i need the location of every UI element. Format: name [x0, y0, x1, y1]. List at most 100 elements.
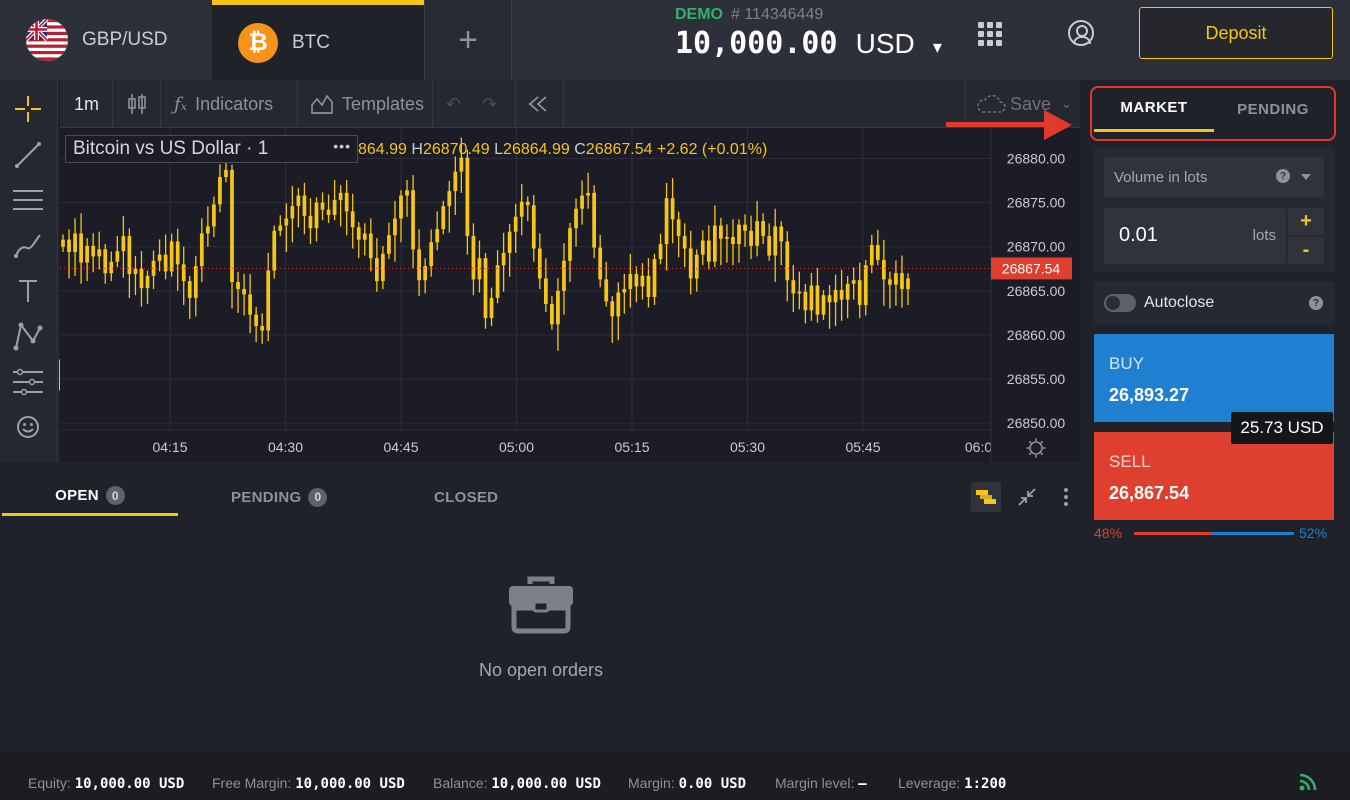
- candle-body: [453, 171, 458, 192]
- sell-price: 26,867.54: [1109, 483, 1190, 503]
- trend-line-icon[interactable]: [11, 140, 45, 170]
- candle-body: [791, 280, 796, 294]
- demo-label: DEMO: [675, 6, 723, 23]
- ohlc-open-value: 864.99: [358, 141, 407, 158]
- more-options-icon[interactable]: •••: [333, 138, 351, 154]
- free-margin-stat: Free Margin: 10,000.00 USD: [212, 775, 405, 792]
- ohlc-high-value: 26870.49: [422, 141, 490, 158]
- more-vertical-icon[interactable]: [1051, 482, 1081, 512]
- candle-body: [900, 273, 904, 290]
- emoji-icon[interactable]: [11, 412, 45, 442]
- candle-body: [574, 208, 578, 229]
- candle-body: [550, 304, 554, 325]
- candle-body: [888, 279, 892, 285]
- tab-btc[interactable]: ₿ BTC: [212, 0, 424, 80]
- sell-sentiment-pct: 48%: [1094, 525, 1123, 541]
- candle-body: [773, 226, 778, 256]
- autoclose-row: Autoclose ?: [1094, 282, 1334, 324]
- candle-body: [682, 236, 687, 249]
- y-tick-label: 26875.00: [1007, 195, 1066, 211]
- candle-body: [181, 264, 186, 282]
- candle-body: [586, 192, 590, 196]
- candle-body: [121, 236, 126, 252]
- rewind-icon[interactable]: [527, 80, 549, 128]
- candle-body: [725, 237, 729, 239]
- indicators-button[interactable]: ƒₓ Indicators: [174, 80, 273, 128]
- annotation-arrow-shaft: [946, 122, 1048, 127]
- symbol-legend[interactable]: Bitcoin vs US Dollar · 1 •••: [65, 135, 358, 163]
- candle-body: [338, 192, 343, 200]
- sell-button[interactable]: SELL 26,867.54: [1094, 432, 1334, 520]
- candlestick-chart[interactable]: 04:15 04:30 04:45 05:00 05:15 05:30 05:45 06:0 2…: [60, 128, 1080, 462]
- candle-body: [821, 295, 826, 315]
- tab-market[interactable]: MARKET: [1094, 86, 1214, 132]
- price-chart[interactable]: 04:15 04:30 04:45 05:00 05:15 05:30 05:45 06:0 2…: [60, 128, 1080, 462]
- candle-type-icon[interactable]: [126, 80, 148, 128]
- measure-icon[interactable]: [11, 367, 45, 397]
- candle-body: [441, 206, 446, 230]
- text-tool-icon[interactable]: [11, 276, 45, 306]
- candle-body: [863, 265, 868, 305]
- chevron-down-icon: ▾: [932, 37, 942, 57]
- buy-sentiment-pct: 52%: [1299, 525, 1328, 541]
- tab-gbpusd[interactable]: GBP/USD: [0, 0, 212, 80]
- candle-body: [568, 228, 572, 261]
- x-tick-label: 04:45: [383, 439, 418, 455]
- candle-body: [290, 206, 295, 219]
- candle-body: [320, 202, 325, 210]
- pattern-icon[interactable]: [11, 321, 45, 351]
- templates-button[interactable]: Templates: [310, 80, 424, 128]
- brush-icon[interactable]: [11, 230, 45, 260]
- cloud-icon: [977, 94, 1006, 113]
- tab-open-orders[interactable]: OPEN 0: [2, 478, 178, 516]
- candle-body: [139, 268, 144, 289]
- candle-body: [519, 201, 524, 217]
- volume-unit-select[interactable]: Volume in lots ?: [1104, 157, 1324, 197]
- help-icon[interactable]: ?: [1276, 169, 1290, 183]
- autoclose-toggle[interactable]: [1104, 294, 1136, 312]
- candle-body: [489, 297, 494, 319]
- volume-input[interactable]: 0.01 lots: [1104, 208, 1286, 264]
- candle-body: [314, 202, 319, 229]
- buy-price: 26,893.27: [1109, 385, 1190, 405]
- y-tick-label: 26880.00: [1007, 150, 1066, 166]
- candle-body: [145, 275, 150, 289]
- undo-icon[interactable]: ↶: [446, 80, 461, 128]
- balance-stat: Balance: 10,000.00 USD: [433, 775, 601, 792]
- candle-body: [803, 291, 808, 311]
- account-balance[interactable]: 10,000.00 USD ▾: [675, 26, 942, 61]
- candle-body: [779, 226, 784, 242]
- deposit-button[interactable]: Deposit: [1139, 7, 1333, 59]
- candle-body: [205, 226, 210, 234]
- volume-decrease-button[interactable]: -: [1288, 237, 1324, 264]
- leverage-stat: Leverage: 1:200: [898, 775, 1007, 792]
- drawing-toolbar: [0, 80, 58, 462]
- candle-body: [556, 290, 560, 325]
- candle-body: [845, 283, 850, 300]
- tab-pending-orders[interactable]: PENDING 0: [231, 478, 328, 516]
- balance-currency: USD: [855, 28, 915, 59]
- layout-toggle-icon[interactable]: [971, 482, 1001, 512]
- collapse-icon[interactable]: [1012, 482, 1042, 512]
- help-icon[interactable]: ?: [1309, 296, 1323, 310]
- candle-body: [97, 249, 102, 257]
- tab-open-label: OPEN: [55, 487, 99, 504]
- crosshair-icon[interactable]: [11, 94, 45, 124]
- user-profile-icon[interactable]: [1068, 20, 1094, 46]
- tab-pending-order[interactable]: PENDING: [1214, 86, 1332, 132]
- margin-level-stat: Margin level: –: [775, 775, 867, 792]
- balance-value: 10,000.00: [675, 26, 838, 61]
- timeframe-button[interactable]: 1m: [74, 80, 99, 128]
- tab-closed-orders[interactable]: CLOSED: [434, 478, 498, 516]
- horizontal-lines-icon[interactable]: [11, 185, 45, 215]
- candle-body: [495, 265, 500, 298]
- redo-icon[interactable]: ↷: [482, 80, 497, 128]
- candle-body: [103, 249, 108, 274]
- apps-grid-icon[interactable]: [978, 22, 1002, 46]
- candle-body: [743, 224, 747, 231]
- volume-increase-button[interactable]: +: [1288, 208, 1324, 235]
- candle-body: [169, 241, 174, 272]
- buy-button[interactable]: BUY 26,893.27: [1094, 334, 1334, 422]
- account-info[interactable]: DEMO # 114346449 10,000.00 USD ▾: [675, 6, 942, 61]
- add-tab-button[interactable]: +: [424, 0, 512, 80]
